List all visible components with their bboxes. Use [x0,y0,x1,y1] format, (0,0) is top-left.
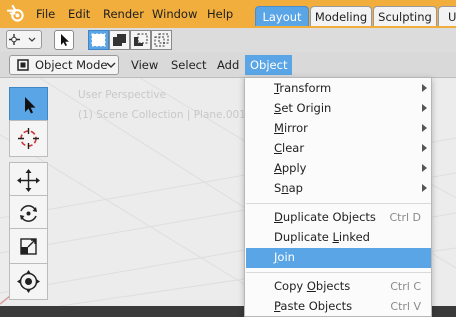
menu-edit[interactable]: Edit [68,7,90,21]
cursor-arrow-icon [61,34,69,46]
menu-item-label: Mirror [274,121,308,135]
tool-scale[interactable] [9,228,48,265]
scale-icon [20,238,37,255]
tab-modeling[interactable]: Modeling [310,6,372,26]
menu-item-paste-objects[interactable]: Paste Objects Ctrl V [246,297,431,317]
select-mode-new-button[interactable] [88,30,109,50]
shortcut-label: Ctrl C [390,280,421,293]
select-subtract-icon [134,33,148,46]
menu-file[interactable]: File [36,7,55,21]
move-icon [17,169,40,192]
pivot-icon [9,34,36,45]
select-cursor-icon [25,97,36,114]
viewport-perspective-label: User Perspective [78,89,167,101]
menu-item-duplicate-objects[interactable]: Duplicate Objects Ctrl D [246,208,431,228]
menu-separator [246,272,431,273]
submenu-arrow-icon [422,84,427,92]
menu-item-mirror[interactable]: Mirror [246,119,431,139]
tab-sculpting[interactable]: Sculpting [373,6,437,26]
select-mode-extend-button[interactable] [109,30,130,50]
tool-rotate[interactable] [9,195,48,232]
object-mode-icon [17,59,29,71]
object-menu-dropdown: Transform Set Origin Mirror Clear Apply … [244,77,432,317]
top-menubar: File Edit Render Window Help Layout Mode… [0,0,456,28]
object-mode-label: Object Mode [35,58,108,72]
tab-uv-editing[interactable]: U [438,6,456,26]
submenu-arrow-icon [422,164,427,172]
menu-item-transform[interactable]: Transform [246,79,431,99]
select-mode-subtract-button[interactable] [130,30,151,50]
menu-help[interactable]: Help [207,7,233,21]
menu-item-label: Clear [274,141,305,155]
menu-item-apply[interactable]: Apply [246,159,431,179]
menu-separator [246,203,431,204]
menu-item-snap[interactable]: Snap [246,179,431,199]
cursor-3d-icon [18,128,39,149]
menu-item-label: Set Origin [274,101,332,115]
select-new-icon [91,33,106,47]
submenu-arrow-icon [422,124,427,132]
menu-item-label: Copy Objects [274,279,351,293]
object-mode-dropdown[interactable]: Object Mode [9,55,119,75]
menu-render[interactable]: Render [103,7,144,21]
menu-item-set-origin[interactable]: Set Origin [246,99,431,119]
rotate-icon [20,205,37,222]
menu-window[interactable]: Window [152,7,197,21]
menu-item-label: Transform [274,81,332,95]
menu-item-label: Snap [274,181,303,195]
blender-logo-icon[interactable] [7,5,26,22]
tool-transform[interactable] [9,263,48,300]
menu-item-join[interactable]: Join [246,248,431,268]
select-invert-icon [154,33,169,47]
submenu-arrow-icon [422,144,427,152]
menu-view[interactable]: View [131,58,158,72]
menu-item-duplicate-linked[interactable]: Duplicate Linked [246,228,431,248]
tab-layout[interactable]: Layout [255,6,309,26]
viewport-collection-label: (1) Scene Collection | Plane.001 [78,109,246,121]
menu-object[interactable]: Object [245,55,293,75]
tool-move[interactable] [9,162,48,199]
menu-item-label: Apply [274,161,307,175]
chevron-down-icon [106,62,116,68]
select-mode-invert-button[interactable] [151,30,172,50]
select-extend-icon [113,34,126,46]
menu-item-label: Duplicate Linked [274,230,370,244]
menu-item-label: Paste Objects [274,299,353,313]
shortcut-label: Ctrl V [390,300,421,313]
menu-add[interactable]: Add [217,58,239,72]
menu-item-label: Duplicate Objects [274,210,376,224]
transform-pivot-dropdown[interactable] [6,30,42,49]
tool-select[interactable] [9,87,48,124]
menu-select[interactable]: Select [171,58,206,72]
transform-icon [17,270,40,293]
submenu-arrow-icon [422,184,427,192]
shortcut-label: Ctrl D [389,211,421,224]
select-tool-button[interactable] [54,30,74,50]
submenu-arrow-icon [422,104,427,112]
tool-cursor[interactable] [9,120,48,157]
menu-item-label: Join [274,250,295,264]
menu-item-copy-objects[interactable]: Copy Objects Ctrl C [246,277,431,297]
menu-item-clear[interactable]: Clear [246,139,431,159]
